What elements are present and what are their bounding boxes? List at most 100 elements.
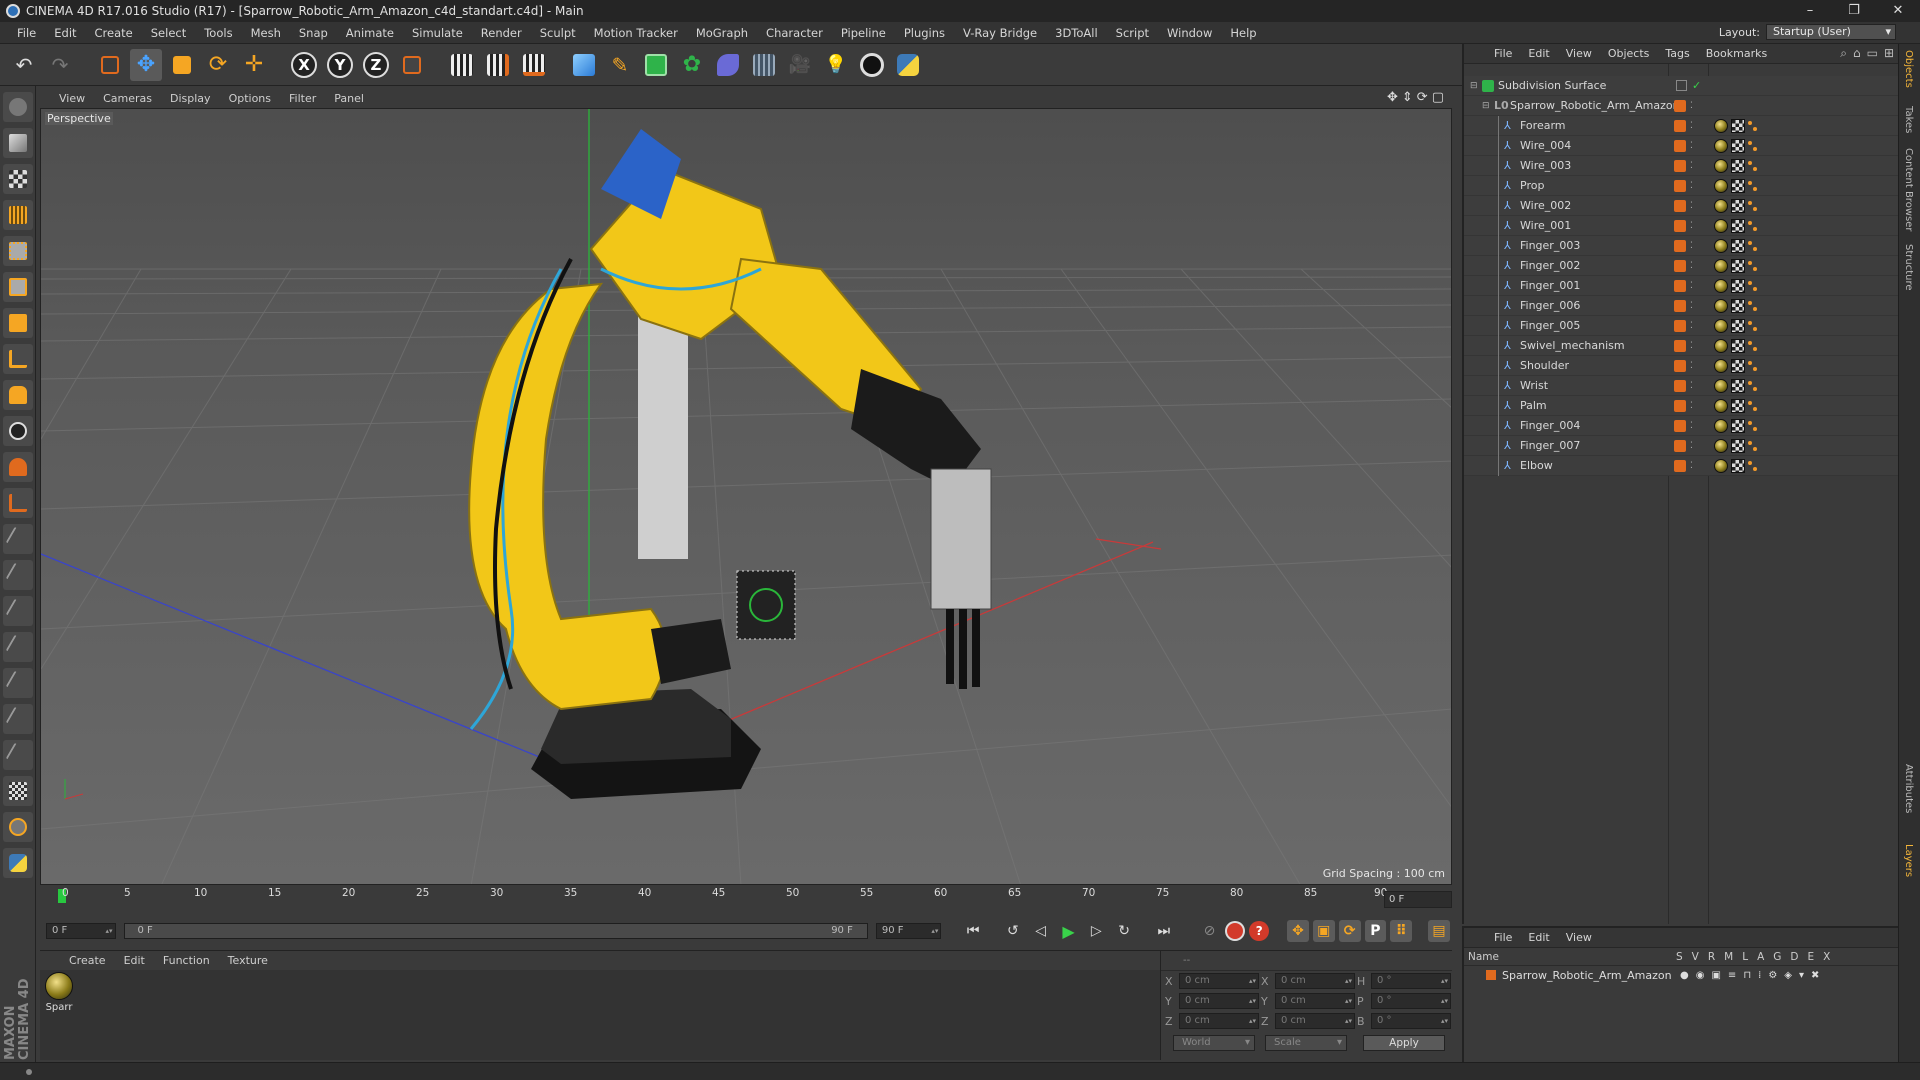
- deformer-button[interactable]: [712, 49, 744, 81]
- locked-workplane-button[interactable]: [2, 488, 33, 518]
- objects-menu-objects[interactable]: Objects: [1600, 47, 1658, 60]
- layer-color-swatch[interactable]: [1674, 339, 1686, 352]
- layer-col-generators[interactable]: G: [1773, 951, 1781, 963]
- menu-tools[interactable]: Tools: [195, 26, 241, 40]
- uvw-tag-icon[interactable]: [1731, 158, 1745, 173]
- transform-tool-button[interactable]: ✛: [238, 49, 270, 81]
- expression-icon[interactable]: ▾: [1799, 970, 1804, 981]
- z-axis-button[interactable]: Z: [360, 49, 392, 81]
- pos-y-field[interactable]: 0 cm: [1179, 993, 1259, 1009]
- material-tag-icon[interactable]: [1714, 178, 1728, 193]
- joint-tool-3-button[interactable]: [2, 596, 33, 626]
- layer-color-swatch[interactable]: [1674, 179, 1686, 192]
- coordinate-system-button[interactable]: [396, 49, 428, 81]
- material-menu-function[interactable]: Function: [154, 954, 219, 967]
- material-swatch[interactable]: Sparr: [44, 972, 74, 1013]
- material-tag-icon[interactable]: [1714, 378, 1728, 393]
- python-script-button[interactable]: [2, 848, 33, 878]
- visibility-dots-icon[interactable]: ⁚: [1690, 221, 1693, 231]
- key-position-button[interactable]: ✥: [1287, 920, 1309, 942]
- object-row[interactable]: ⅄ Finger_004 ⁚: [1464, 416, 1900, 436]
- perspective-viewport[interactable]: Perspective Grid Spacing : 100 cm: [40, 108, 1452, 885]
- phong-tag-icon[interactable]: [1748, 259, 1758, 273]
- objects-menu-edit[interactable]: Edit: [1520, 47, 1557, 60]
- live-selection-button[interactable]: [94, 49, 126, 81]
- layer-col-solo[interactable]: S: [1676, 951, 1683, 963]
- menu-create[interactable]: Create: [86, 26, 142, 40]
- tab-objects[interactable]: Objects: [1903, 50, 1914, 88]
- go-to-start-button[interactable]: ⏮: [961, 919, 985, 943]
- phong-tag-icon[interactable]: [1748, 139, 1758, 153]
- pos-z-field[interactable]: 0 cm: [1179, 1013, 1259, 1029]
- object-row-group[interactable]: ⊟ L0 Sparrow_Robotic_Arm_Amazon ⁚: [1464, 96, 1900, 116]
- uvw-tag-icon[interactable]: [1731, 278, 1745, 293]
- undo-button[interactable]: ↶: [8, 49, 40, 81]
- go-to-end-button[interactable]: ⏭: [1152, 919, 1176, 943]
- play-button[interactable]: ▶: [1057, 919, 1081, 943]
- visibility-dots-icon[interactable]: ⁚: [1690, 201, 1693, 211]
- object-row[interactable]: ⅄ Finger_006 ⁚: [1464, 296, 1900, 316]
- object-row[interactable]: ⅄ Finger_002 ⁚: [1464, 256, 1900, 276]
- size-x-field[interactable]: 0 cm: [1275, 973, 1355, 989]
- layer-color-swatch[interactable]: [1674, 239, 1686, 252]
- visibility-dots-icon[interactable]: ⁚: [1690, 381, 1693, 391]
- uvw-tag-icon[interactable]: [1731, 118, 1745, 133]
- phong-tag-icon[interactable]: [1748, 239, 1758, 253]
- axis-mode-button[interactable]: [2, 344, 33, 374]
- menu-mograph[interactable]: MoGraph: [687, 26, 757, 40]
- layer-col-locked[interactable]: L: [1742, 951, 1748, 963]
- object-row[interactable]: ⅄ Finger_003 ⁚: [1464, 236, 1900, 256]
- menu-plugins[interactable]: Plugins: [895, 26, 954, 40]
- menu-select[interactable]: Select: [142, 26, 195, 40]
- menu-character[interactable]: Character: [757, 26, 832, 40]
- layer-color-swatch[interactable]: [1674, 379, 1686, 392]
- objects-menu-file[interactable]: File: [1486, 47, 1520, 60]
- viewport-menu-panel[interactable]: Panel: [325, 92, 373, 105]
- tab-attributes[interactable]: Attributes: [1903, 764, 1914, 813]
- collapse-icon[interactable]: ⊟: [1482, 101, 1490, 111]
- render-clapper-icon[interactable]: ▣: [1711, 970, 1720, 981]
- phong-tag-icon[interactable]: [1748, 199, 1758, 213]
- layer-color-swatch[interactable]: [1674, 99, 1686, 112]
- layers-menu-view[interactable]: View: [1558, 931, 1600, 944]
- joint-tool-1-button[interactable]: [2, 524, 33, 554]
- tab-content-browser[interactable]: Content Browser: [1903, 148, 1914, 231]
- object-row[interactable]: ⅄ Elbow ⁚: [1464, 456, 1900, 476]
- start-frame-field[interactable]: 0 F: [46, 923, 116, 939]
- phong-tag-icon[interactable]: [1748, 319, 1758, 333]
- object-row[interactable]: ⅄ Wire_002 ⁚: [1464, 196, 1900, 216]
- joint-tool-2-button[interactable]: [2, 560, 33, 590]
- menu-edit[interactable]: Edit: [45, 26, 85, 40]
- expand-icon[interactable]: ⊞: [1884, 46, 1894, 61]
- zoom-view-icon[interactable]: ⇕: [1402, 90, 1413, 105]
- material-tag-icon[interactable]: [1714, 258, 1728, 273]
- phong-tag-icon[interactable]: [1748, 119, 1758, 133]
- next-frame-button[interactable]: ▷: [1084, 919, 1108, 943]
- tab-takes[interactable]: Takes: [1903, 106, 1914, 133]
- size-z-field[interactable]: 0 cm: [1275, 1013, 1355, 1029]
- menu-animate[interactable]: Animate: [337, 26, 403, 40]
- uvw-tag-icon[interactable]: [1731, 198, 1745, 213]
- joint-tool-4-button[interactable]: [2, 632, 33, 662]
- layer-color-swatch[interactable]: [1674, 419, 1686, 432]
- layers-menu-file[interactable]: File: [1486, 931, 1520, 944]
- layer-color-swatch[interactable]: [1674, 159, 1686, 172]
- menu-render[interactable]: Render: [472, 26, 531, 40]
- layers-menu-edit[interactable]: Edit: [1520, 931, 1557, 944]
- layer-col-deformers[interactable]: D: [1790, 951, 1798, 963]
- layer-color-swatch[interactable]: [1674, 359, 1686, 372]
- make-editable-button[interactable]: [2, 92, 33, 122]
- material-tag-icon[interactable]: [1714, 298, 1728, 313]
- layer-color-swatch[interactable]: [1674, 119, 1686, 132]
- phong-tag-icon[interactable]: [1748, 159, 1758, 173]
- minimize-button[interactable]: –: [1788, 0, 1832, 22]
- material-tag-icon[interactable]: [1714, 238, 1728, 253]
- python-button[interactable]: [892, 49, 924, 81]
- layer-color-swatch[interactable]: [1674, 259, 1686, 272]
- floor-button[interactable]: [748, 49, 780, 81]
- uvw-tag-icon[interactable]: [1731, 378, 1745, 393]
- joint-tool-6-button[interactable]: [2, 704, 33, 734]
- deformer-small-icon[interactable]: ◈: [1784, 970, 1792, 981]
- layer-col-view[interactable]: V: [1692, 951, 1699, 963]
- object-row[interactable]: ⅄ Wire_004 ⁚: [1464, 136, 1900, 156]
